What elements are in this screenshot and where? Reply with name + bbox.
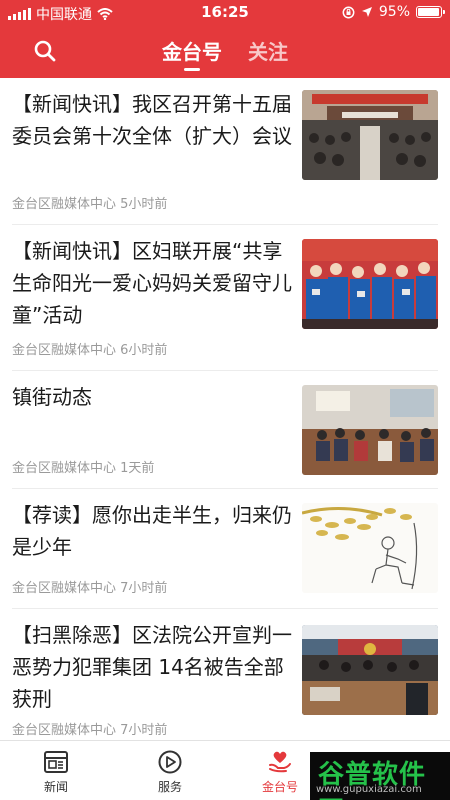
article-title: 【新闻快讯】我区召开第十五届委员会第十次全体（扩大）会议 bbox=[12, 92, 292, 148]
article-meta: 金台区融媒体中心 6小时前 bbox=[12, 339, 167, 358]
article-source: 金台区融媒体中心 bbox=[12, 197, 117, 212]
bottom-tab-news[interactable]: 新闻 bbox=[16, 741, 96, 800]
conference-room-photo bbox=[302, 385, 438, 475]
status-right: 95% bbox=[342, 4, 445, 20]
tab-follow-label: 关注 bbox=[248, 40, 288, 64]
article-title: 【扫黑除恶】区法院公开宣判一恶势力犯罪集团 14名被告全部获刑 bbox=[12, 623, 292, 711]
tab-follow[interactable]: 关注 bbox=[248, 36, 288, 65]
bottom-tab-service[interactable]: 服务 bbox=[130, 741, 210, 800]
article-thumbnail bbox=[302, 503, 438, 593]
list-item[interactable]: 【荐读】愿你出走半生，归来仍是少年 金台区融媒体中心 7小时前 bbox=[12, 489, 438, 609]
battery-icon bbox=[416, 6, 445, 18]
article-time: 7小时前 bbox=[120, 723, 168, 738]
battery-percent: 95% bbox=[378, 4, 410, 20]
list-item[interactable]: 【扫黑除恶】区法院公开宣判一恶势力犯罪集团 14名被告全部获刑 金台区融媒体中心… bbox=[12, 609, 438, 738]
article-time: 6小时前 bbox=[120, 343, 168, 358]
location-arrow-icon bbox=[361, 7, 372, 17]
article-meta: 金台区融媒体中心 7小时前 bbox=[12, 577, 167, 596]
list-item[interactable]: 【新闻快讯】区妇联开展“共享生命阳光一爱心妈妈关爱留守儿童”活动 金台区融媒体中… bbox=[12, 225, 438, 371]
list-item[interactable]: 镇街动态 金台区融媒体中心 1天前 bbox=[12, 371, 438, 489]
article-source: 金台区融媒体中心 bbox=[12, 461, 117, 476]
bottom-tab-service-label: 服务 bbox=[157, 780, 182, 794]
play-circle-icon bbox=[158, 750, 182, 774]
bottom-tab-news-label: 新闻 bbox=[43, 780, 68, 794]
tab-jintaihao-label: 金台号 bbox=[162, 40, 222, 64]
article-time: 7小时前 bbox=[120, 581, 168, 596]
article-title: 【荐读】愿你出走半生，归来仍是少年 bbox=[12, 503, 292, 559]
top-nav: 金台号 关注 bbox=[0, 26, 450, 78]
bottom-tab-jintaihao[interactable]: 金台号 bbox=[240, 741, 320, 800]
article-source: 金台区融媒体中心 bbox=[12, 581, 117, 596]
top-tabs: 金台号 关注 bbox=[0, 36, 450, 71]
courtroom-photo bbox=[302, 625, 438, 715]
list-item[interactable]: 【新闻快讯】我区召开第十五届委员会第十次全体（扩大）会议 金台区融媒体中心 5小… bbox=[12, 78, 438, 225]
heart-hand-icon bbox=[269, 751, 291, 773]
watermark-url: www.gupuxiazai.com bbox=[316, 784, 422, 795]
children-group-photo bbox=[302, 239, 438, 329]
active-tab-indicator bbox=[184, 68, 200, 71]
rotation-lock-icon bbox=[342, 6, 355, 18]
app-header: 中国联通 16:25 95% 金台号 关注 bbox=[0, 0, 450, 78]
article-source: 金台区融媒体中心 bbox=[12, 723, 117, 738]
article-title: 【新闻快讯】区妇联开展“共享生命阳光一爱心妈妈关爱留守儿童”活动 bbox=[12, 239, 292, 327]
article-thumbnail bbox=[302, 90, 438, 180]
article-meta: 金台区融媒体中心 5小时前 bbox=[12, 193, 167, 212]
article-time: 5小时前 bbox=[120, 197, 168, 212]
ink-sketch-illustration bbox=[302, 503, 438, 593]
news-list: 【新闻快讯】我区召开第十五届委员会第十次全体（扩大）会议 金台区融媒体中心 5小… bbox=[0, 78, 450, 738]
article-meta: 金台区融媒体中心 1天前 bbox=[12, 457, 154, 476]
newspaper-icon bbox=[44, 751, 68, 773]
article-meta: 金台区融媒体中心 7小时前 bbox=[12, 719, 167, 738]
article-source: 金台区融媒体中心 bbox=[12, 343, 117, 358]
article-title: 镇街动态 bbox=[12, 385, 92, 409]
tab-jintaihao[interactable]: 金台号 bbox=[162, 36, 222, 71]
status-bar: 中国联通 16:25 95% bbox=[0, 0, 450, 26]
article-thumbnail bbox=[302, 385, 438, 475]
article-thumbnail bbox=[302, 625, 438, 715]
article-time: 1天前 bbox=[120, 461, 155, 476]
watermark-logo: 谷普软件园 www.gupuxiazai.com bbox=[310, 752, 450, 800]
meeting-hall-photo bbox=[302, 90, 438, 180]
bottom-tab-jintaihao-label: 金台号 bbox=[261, 780, 298, 794]
article-thumbnail bbox=[302, 239, 438, 329]
